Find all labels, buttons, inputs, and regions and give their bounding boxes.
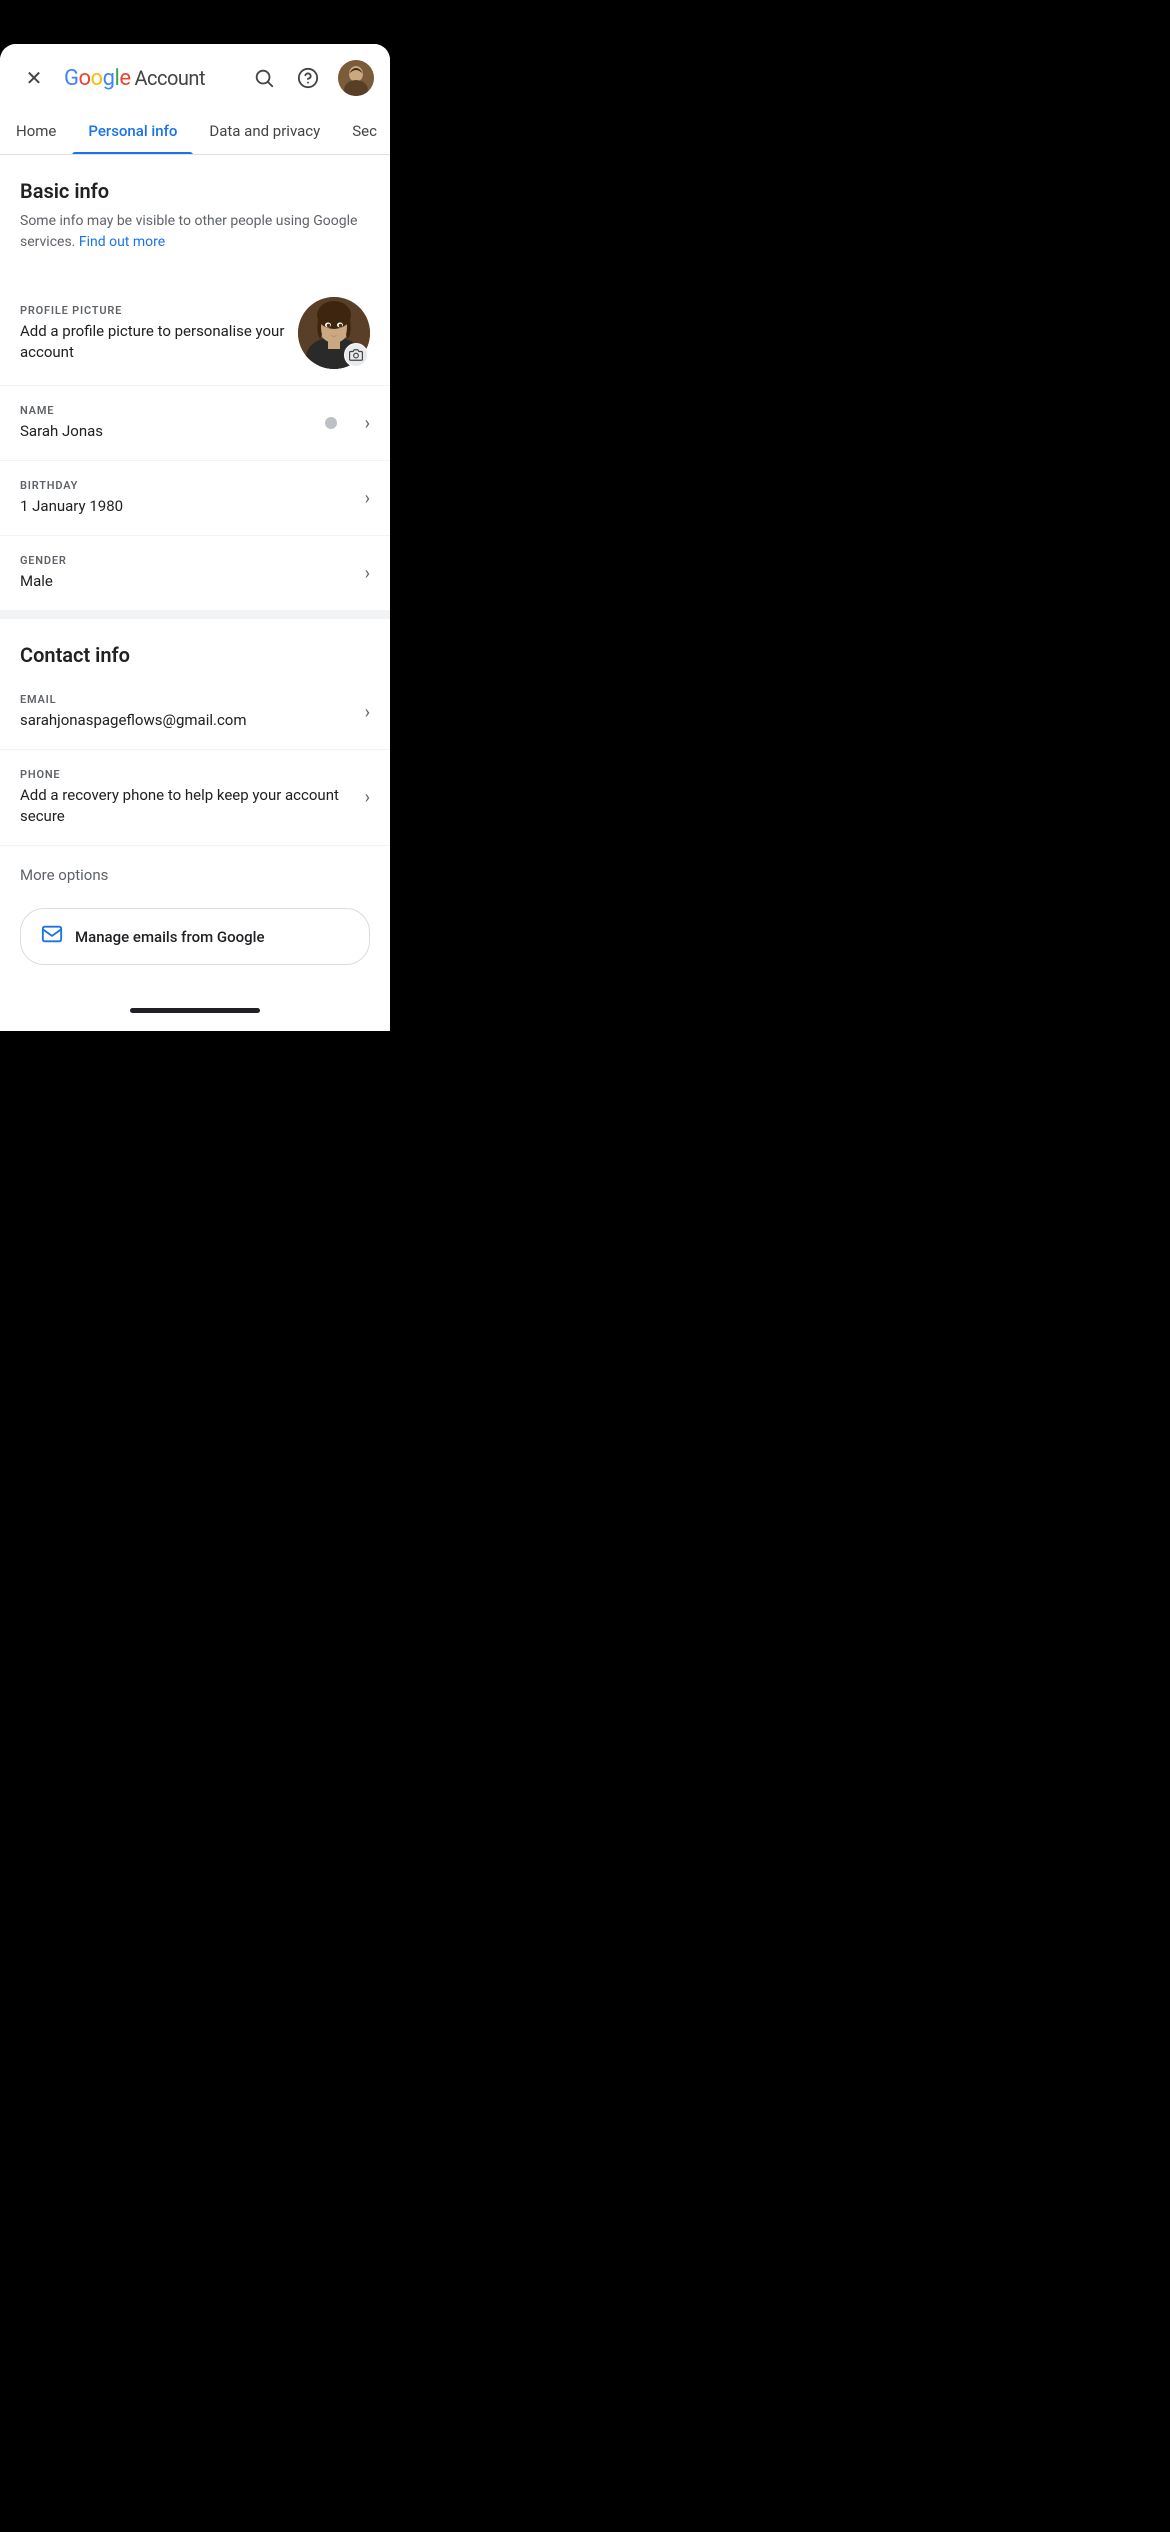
name-row[interactable]: NAME Sarah Jonas ›	[0, 386, 390, 461]
close-button[interactable]: ✕	[16, 60, 52, 96]
header-icons	[250, 60, 374, 96]
nav-tabs: Home Personal info Data and privacy Sec	[0, 108, 390, 155]
email-row[interactable]: EMAIL sarahjonaspageflows@gmail.com ›	[0, 675, 390, 750]
basic-info-desc-text: Some info may be visible to other people…	[20, 213, 357, 250]
name-content: NAME Sarah Jonas	[20, 404, 309, 442]
name-label: NAME	[20, 404, 309, 417]
gender-row[interactable]: GENDER Male ›	[0, 536, 390, 611]
email-chevron-icon: ›	[365, 702, 370, 723]
contact-info-section: Contact info	[0, 619, 390, 667]
phone-chevron-icon: ›	[365, 787, 370, 808]
phone-label: PHONE	[20, 768, 353, 781]
avatar-image	[338, 60, 374, 96]
app-sheet: ✕ Google Account	[0, 44, 390, 1031]
gender-content: GENDER Male	[20, 554, 353, 592]
birthday-value: 1 January 1980	[20, 496, 353, 517]
profile-picture-row[interactable]: PROFILE PICTURE Add a profile picture to…	[0, 281, 390, 386]
tab-personal-info[interactable]: Personal info	[72, 108, 193, 154]
home-bar	[130, 1008, 260, 1013]
close-icon: ✕	[26, 66, 43, 90]
birthday-row[interactable]: BIRTHDAY 1 January 1980 ›	[0, 461, 390, 536]
search-button[interactable]	[250, 64, 278, 92]
user-avatar-header[interactable]	[338, 60, 374, 96]
manage-emails-button[interactable]: Manage emails from Google	[20, 908, 370, 965]
header: ✕ Google Account	[0, 44, 390, 108]
contact-info-title: Contact info	[20, 643, 370, 667]
profile-pic-value: Add a profile picture to personalise you…	[20, 321, 298, 363]
tab-security[interactable]: Sec	[336, 108, 390, 154]
name-dot-indicator	[325, 417, 337, 429]
profile-avatar-container[interactable]	[298, 297, 370, 369]
basic-info-section: Basic info Some info may be visible to o…	[0, 155, 390, 281]
account-label: Account	[134, 66, 205, 90]
email-content: EMAIL sarahjonaspageflows@gmail.com	[20, 693, 353, 731]
main-content: Basic info Some info may be visible to o…	[0, 155, 390, 965]
email-label: EMAIL	[20, 693, 353, 706]
profile-pic-info: PROFILE PICTURE Add a profile picture to…	[20, 304, 298, 363]
gender-chevron-icon: ›	[365, 563, 370, 584]
basic-info-title: Basic info	[20, 179, 370, 203]
birthday-content: BIRTHDAY 1 January 1980	[20, 479, 353, 517]
help-button[interactable]	[294, 64, 322, 92]
home-indicator	[0, 997, 390, 1031]
status-bar	[0, 0, 390, 44]
name-value: Sarah Jonas	[20, 421, 309, 442]
birthday-label: BIRTHDAY	[20, 479, 353, 492]
camera-badge	[344, 343, 368, 367]
section-divider	[0, 611, 390, 619]
more-options[interactable]: More options	[0, 846, 390, 892]
phone-row[interactable]: PHONE Add a recovery phone to help keep …	[0, 750, 390, 846]
basic-info-description: Some info may be visible to other people…	[20, 211, 370, 253]
gender-value: Male	[20, 571, 353, 592]
tab-home[interactable]: Home	[0, 108, 72, 154]
gender-label: GENDER	[20, 554, 353, 567]
tab-data-privacy[interactable]: Data and privacy	[193, 108, 336, 154]
birthday-chevron-icon: ›	[365, 488, 370, 509]
phone-content: PHONE Add a recovery phone to help keep …	[20, 768, 353, 827]
email-value: sarahjonaspageflows@gmail.com	[20, 710, 353, 731]
email-envelope-icon	[41, 923, 63, 950]
manage-emails-label: Manage emails from Google	[75, 928, 265, 946]
profile-pic-label: PROFILE PICTURE	[20, 304, 298, 317]
phone-value: Add a recovery phone to help keep your a…	[20, 785, 353, 827]
name-chevron-icon: ›	[365, 413, 370, 434]
google-logo: Google Account	[64, 66, 205, 91]
find-out-more-link[interactable]: Find out more	[79, 234, 165, 250]
